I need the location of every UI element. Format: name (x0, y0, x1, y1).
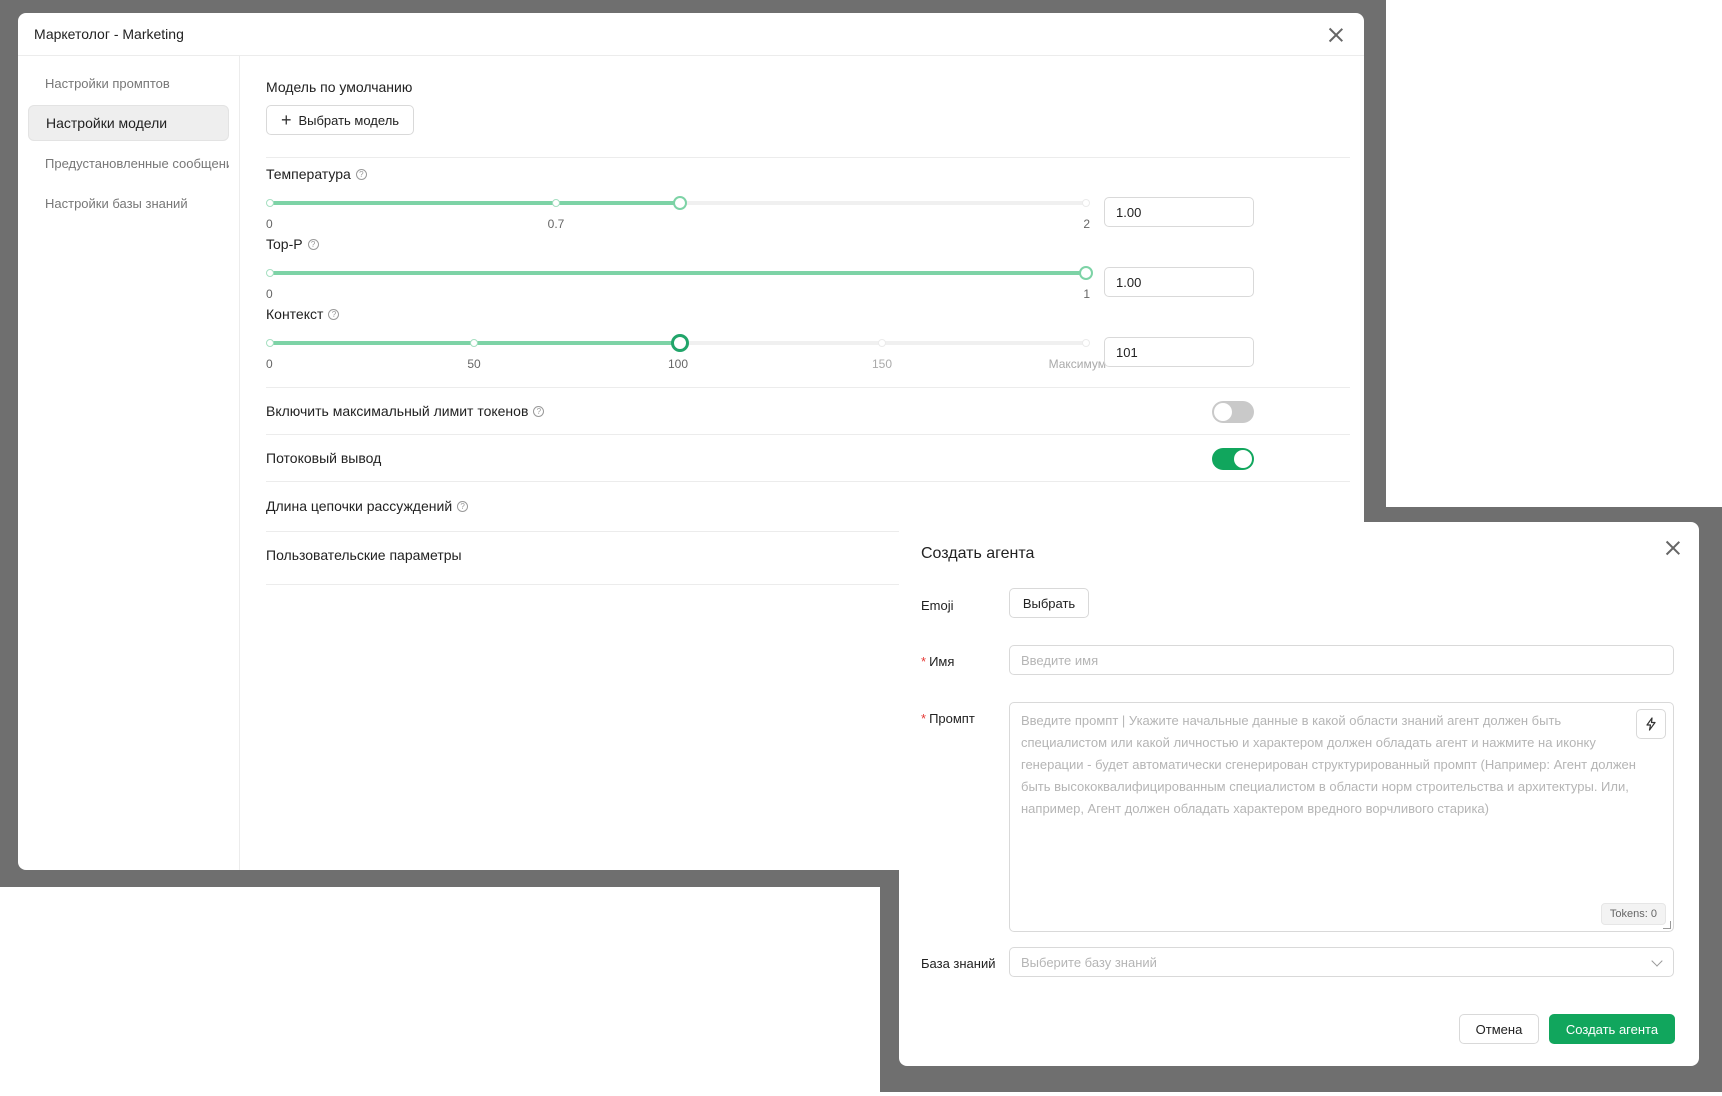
tokens-counter: Tokens: 0 (1600, 903, 1666, 925)
custom-params-label: Пользовательские параметры (266, 547, 462, 563)
slider-handle[interactable] (673, 196, 687, 210)
help-icon[interactable]: ? (307, 238, 319, 250)
generate-prompt-button[interactable] (1636, 709, 1666, 739)
sidebar-item-model-settings[interactable]: Настройки модели (28, 105, 229, 141)
help-icon[interactable]: ? (457, 500, 469, 512)
create-agent-button[interactable]: Создать агента (1549, 1014, 1675, 1044)
slider-dot (266, 269, 274, 277)
slider-handle[interactable] (1079, 266, 1093, 280)
slider-dot (552, 199, 560, 207)
select-model-button[interactable]: + Выбрать модель (266, 105, 414, 135)
slider-mark: 150 (871, 357, 893, 371)
chevron-down-icon (1651, 955, 1663, 967)
help-icon[interactable]: ? (328, 308, 340, 320)
slider-track (270, 271, 1086, 275)
slider-mark: 0.7 (547, 217, 565, 231)
sidebar-item-prompt-settings[interactable]: Настройки промптов (28, 65, 229, 101)
divider (266, 157, 1350, 158)
close-icon[interactable] (1326, 25, 1346, 45)
toggle-knob (1214, 403, 1232, 421)
slider-dot (266, 339, 274, 347)
name-input[interactable]: Введите имя (1009, 645, 1674, 675)
divider (266, 481, 1350, 482)
slider-dot (266, 199, 274, 207)
name-label: * Имя (921, 654, 955, 669)
sidebar-item-preset-messages[interactable]: Предустановленные сообщения (28, 145, 229, 181)
settings-sidebar: Настройки промптов Настройки модели Пред… (18, 56, 240, 870)
divider (266, 434, 1350, 435)
slider-mark: 0 (266, 357, 273, 371)
divider (266, 387, 1350, 388)
toggle-knob (1234, 450, 1252, 468)
context-label: Контекст ? (266, 306, 340, 322)
resize-handle[interactable] (1663, 921, 1671, 929)
dialog-title: Создать агента (921, 545, 1035, 562)
modal-title: Маркетолог - Marketing (34, 26, 184, 42)
top-p-slider[interactable]: 0 1 (266, 263, 1093, 303)
slider-mark: 1 (1083, 287, 1090, 301)
slider-mark: 0 (266, 287, 273, 301)
close-icon[interactable] (1663, 538, 1683, 558)
sidebar-item-knowledge-settings[interactable]: Настройки базы знаний (28, 185, 229, 221)
max-tokens-label: Включить максимальный лимит токенов ? (266, 403, 545, 419)
magic-wand-icon (1646, 717, 1656, 731)
knowledge-base-label: База знаний (921, 956, 996, 971)
cancel-button[interactable]: Отмена (1459, 1014, 1539, 1044)
context-slider[interactable]: 0 50 100 150 Максимум (266, 333, 1106, 373)
create-agent-dialog: Создать агента Emoji Выбрать * Имя Введит… (899, 522, 1699, 1066)
slider-dot (878, 339, 886, 347)
max-tokens-toggle[interactable] (1212, 401, 1254, 423)
top-p-label: Top-P ? (266, 236, 319, 252)
slider-dot (470, 339, 478, 347)
slider-mark: 2 (1083, 217, 1090, 231)
slider-mark: Максимум (1048, 357, 1106, 371)
emoji-label: Emoji (921, 598, 954, 613)
slider-handle[interactable] (671, 334, 689, 352)
choose-emoji-button[interactable]: Выбрать (1009, 588, 1089, 618)
help-icon[interactable]: ? (533, 405, 545, 417)
reasoning-length-label: Длина цепочки рассуждений ? (266, 498, 469, 514)
slider-mark: 100 (667, 357, 689, 371)
modal-header: Маркетолог - Marketing (18, 13, 1364, 56)
slider-mark: 0 (266, 217, 273, 231)
temperature-slider[interactable]: 0 0.7 2 (266, 193, 1090, 233)
temperature-label: Температура ? (266, 166, 367, 182)
default-model-label: Модель по умолчанию (266, 79, 413, 95)
plus-icon: + (280, 110, 292, 130)
help-icon[interactable]: ? (355, 168, 367, 180)
temperature-input[interactable]: 1.00 (1104, 197, 1254, 227)
slider-mark: 50 (467, 357, 481, 371)
stream-output-toggle[interactable] (1212, 448, 1254, 470)
slider-dot (1082, 339, 1090, 347)
knowledge-base-select[interactable]: Выберите базу знаний (1009, 947, 1674, 977)
top-p-input[interactable]: 1.00 (1104, 267, 1254, 297)
prompt-label: * Промпт (921, 711, 975, 726)
prompt-textarea[interactable]: Введите промпт | Укажите начальные данны… (1009, 702, 1674, 932)
slider-dot (1082, 199, 1090, 207)
slider-track (270, 201, 680, 205)
stream-output-label: Потоковый вывод (266, 450, 382, 466)
context-input[interactable]: 101 (1104, 337, 1254, 367)
